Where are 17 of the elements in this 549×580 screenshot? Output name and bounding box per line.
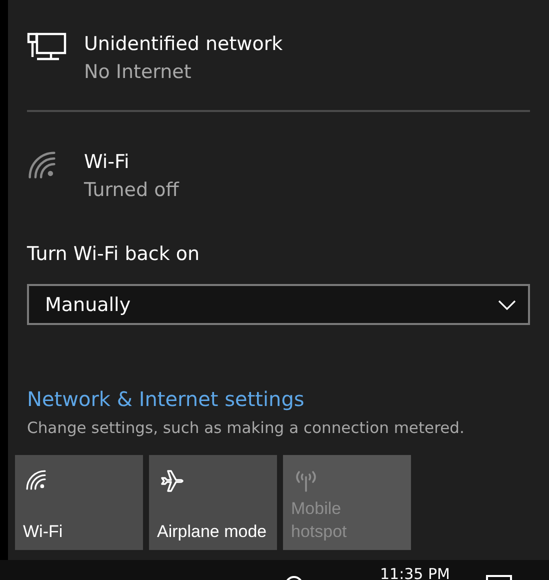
monitor-icon [27,32,67,62]
airplane-icon [159,469,185,493]
wifi-icon [27,150,57,180]
antenna-icon [293,469,319,493]
wifi-icon [25,469,47,491]
quick-action-tile[interactable]: Airplane mode [149,455,277,550]
network-name: Unidentified network [84,32,283,57]
link-description: Change settings, such as making a connection metered. [27,418,466,439]
network-name: Wi-Fi [84,150,130,175]
clock[interactable]: 11:35 PM [380,565,450,580]
chevron-down-icon [498,300,516,310]
quick-action-tile[interactable]: Wi-Fi [15,455,143,550]
network-status: No Internet [84,60,192,85]
dropdown[interactable]: Manually [27,284,530,325]
field-label: Turn Wi-Fi back on [27,242,201,267]
network-status: Turned off [84,178,179,203]
settings-link[interactable]: Network & Internet settings [27,385,304,413]
